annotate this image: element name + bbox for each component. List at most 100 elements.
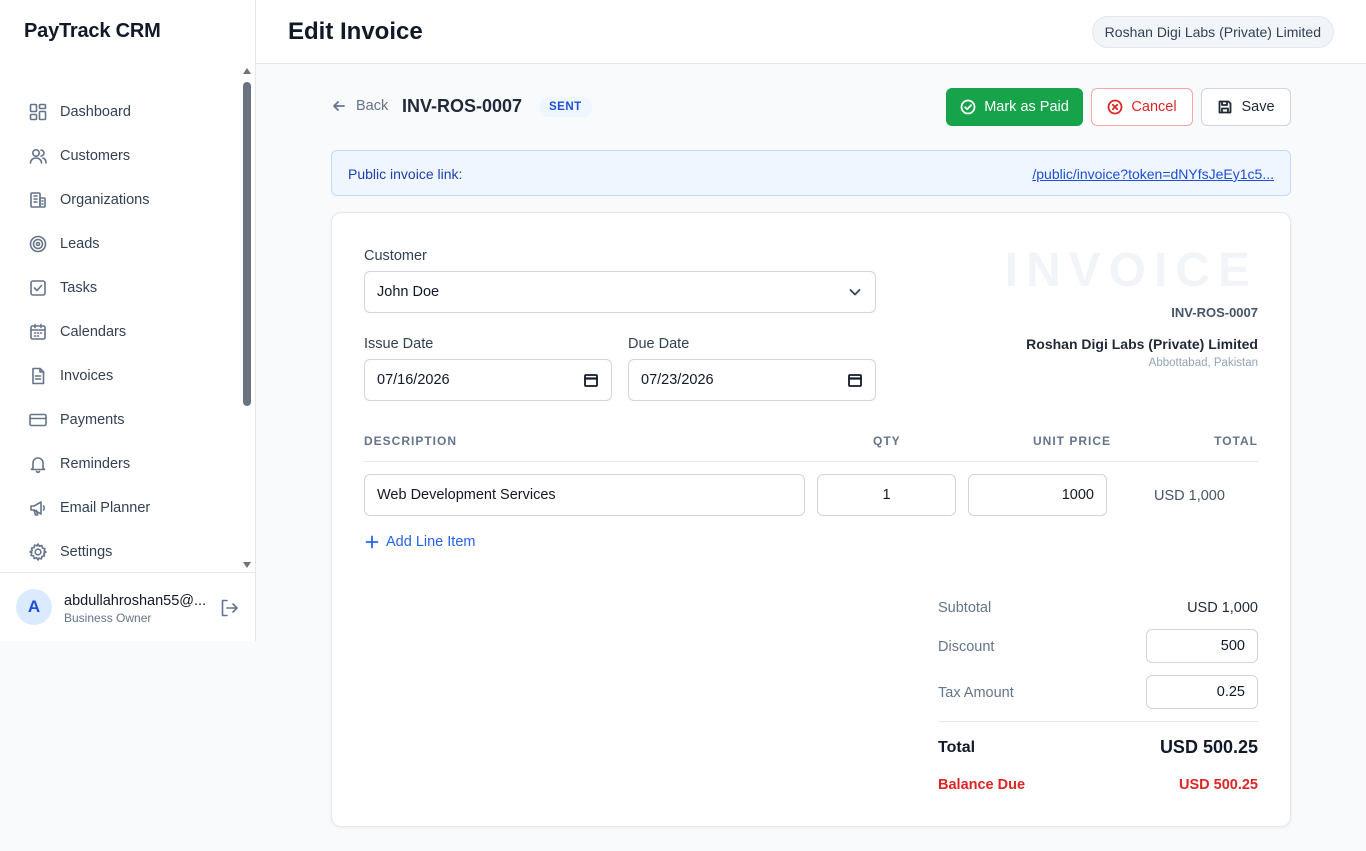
scroll-up-arrow-icon[interactable] <box>243 68 251 74</box>
public-link-label: Public invoice link: <box>348 166 463 182</box>
line-item-description-input[interactable]: Web Development Services <box>364 474 805 516</box>
calendar-icon[interactable] <box>583 372 599 388</box>
public-link-banner: Public invoice link: /public/invoice?tok… <box>331 150 1291 196</box>
sidebar-item-label: Tasks <box>60 280 98 296</box>
sidebar-item-settings[interactable]: Settings <box>16 532 236 570</box>
back-label: Back <box>356 98 389 114</box>
save-label: Save <box>1241 99 1275 115</box>
back-link[interactable]: Back <box>332 98 388 114</box>
mark-as-paid-button[interactable]: Mark as Paid <box>946 88 1083 126</box>
users-icon <box>28 146 48 166</box>
sidebar-item-label: Organizations <box>60 192 150 208</box>
save-button[interactable]: Save <box>1201 88 1291 126</box>
sidebar-item-label: Payments <box>60 412 125 428</box>
due-date-field[interactable]: 07/23/2026 <box>628 359 876 401</box>
discount-input[interactable]: 500 <box>1146 629 1258 663</box>
sidebar-item-payments[interactable]: Payments <box>16 400 236 440</box>
invoice-meta-number: INV-ROS-0007 <box>1171 305 1258 320</box>
sidebar-item-label: Settings <box>60 544 113 560</box>
sidebar-nav: Dashboard Customers Organizations Leads … <box>0 90 240 570</box>
issue-date-value: 07/16/2026 <box>377 372 450 388</box>
building-icon <box>28 190 48 210</box>
invoice-card: INVOICE INV-ROS-0007 Roshan Digi Labs (P… <box>331 212 1291 827</box>
sidebar-item-label: Email Planner <box>60 500 151 516</box>
sidebar-item-email-planner[interactable]: Email Planner <box>16 488 236 528</box>
user-profile: A abdullahroshan55@... Business Owner <box>0 572 256 641</box>
summary-divider <box>938 721 1258 722</box>
total-value: USD 500.25 <box>1159 737 1258 757</box>
save-icon <box>1219 100 1232 114</box>
table-divider <box>364 461 1258 462</box>
due-date-value: 07/23/2026 <box>641 372 714 388</box>
sidebar-item-label: Calendars <box>60 324 127 340</box>
user-role: Business Owner <box>64 611 152 625</box>
chevron-down-icon <box>849 289 861 296</box>
sidebar-item-invoices[interactable]: Invoices <box>16 356 236 396</box>
issue-date-label: Issue Date <box>364 336 434 352</box>
sidebar-item-reminders[interactable]: Reminders <box>16 444 236 484</box>
issue-date-field[interactable]: 07/16/2026 <box>364 359 612 401</box>
sidebar-item-organizations[interactable]: Organizations <box>16 180 236 220</box>
sidebar-item-calendars[interactable]: Calendars <box>16 312 236 352</box>
line-item-qty-input[interactable]: 1 <box>817 474 956 516</box>
user-email: abdullahroshan55@... <box>64 593 206 609</box>
plus-icon <box>365 535 379 549</box>
logout-icon[interactable] <box>218 597 240 619</box>
customer-select[interactable]: John Doe <box>364 271 876 313</box>
sidebar-item-customers[interactable]: Customers <box>16 136 236 176</box>
tax-amount-input[interactable]: 0.25 <box>1146 675 1258 709</box>
avatar: A <box>16 589 52 625</box>
x-circle-icon <box>1108 99 1123 115</box>
customer-value: John Doe <box>377 284 440 300</box>
sidebar-item-dashboard[interactable]: Dashboard <box>16 92 236 132</box>
add-line-item-button[interactable]: Add Line Item <box>364 534 475 550</box>
gear-icon <box>28 542 48 562</box>
sidebar-item-label: Invoices <box>60 368 114 384</box>
public-link-url[interactable]: /public/invoice?token=dNYfsJeEy1c5... <box>1032 166 1274 182</box>
page-title: Edit Invoice <box>288 18 423 45</box>
sidebar: PayTrack CRM Dashboard Customers Organiz… <box>0 0 256 641</box>
status-badge: SENT <box>539 97 592 117</box>
add-line-item-label: Add Line Item <box>386 534 476 550</box>
due-date-label: Due Date <box>628 336 690 352</box>
sidebar-item-leads[interactable]: Leads <box>16 224 236 264</box>
invoice-watermark: INVOICE <box>1004 244 1258 297</box>
sidebar-item-label: Reminders <box>60 456 131 472</box>
top-header: Edit Invoice Roshan Digi Labs (Private) … <box>256 0 1366 64</box>
bell-icon <box>28 454 48 474</box>
calendar-icon <box>28 322 48 342</box>
invoice-org-name: Roshan Digi Labs (Private) Limited <box>1026 336 1258 352</box>
scroll-down-arrow-icon[interactable] <box>243 562 251 568</box>
column-header-total: TOTAL <box>1214 434 1258 448</box>
sidebar-item-label: Dashboard <box>60 104 131 120</box>
credit-card-icon <box>28 410 48 430</box>
check-circle-icon <box>960 99 976 115</box>
line-item-unit-price-input[interactable]: 1000 <box>968 474 1107 516</box>
megaphone-icon <box>28 498 48 518</box>
target-icon <box>28 234 48 254</box>
calendar-icon[interactable] <box>847 372 863 388</box>
discount-label: Discount <box>938 639 995 655</box>
sidebar-item-tasks[interactable]: Tasks <box>16 268 236 308</box>
sidebar-item-label: Leads <box>60 236 100 252</box>
column-header-qty: QTY <box>873 434 901 448</box>
subtotal-value: USD 1,000 <box>1187 600 1258 616</box>
cancel-button[interactable]: Cancel <box>1091 88 1193 126</box>
arrow-left-icon <box>333 101 345 111</box>
scroll-thumb[interactable] <box>243 82 251 406</box>
total-label: Total <box>938 739 976 756</box>
brand-logo: PayTrack CRM <box>24 20 161 42</box>
line-item-total: USD 1,000 <box>1154 488 1225 504</box>
document-icon <box>28 366 48 386</box>
tax-amount-label: Tax Amount <box>938 685 1014 701</box>
column-header-unit-price: UNIT PRICE <box>1033 434 1112 448</box>
cancel-label: Cancel <box>1131 99 1177 115</box>
sidebar-scrollbar[interactable] <box>242 68 252 568</box>
balance-due-label: Balance Due <box>938 777 1026 793</box>
mark-as-paid-label: Mark as Paid <box>984 99 1069 115</box>
organization-switcher[interactable]: Roshan Digi Labs (Private) Limited <box>1091 16 1334 48</box>
sidebar-item-label: Customers <box>60 148 131 164</box>
column-header-description: DESCRIPTION <box>364 434 458 448</box>
invoice-org-location: Abbottabad, Pakistan <box>1148 357 1258 369</box>
checkbox-icon <box>28 278 48 298</box>
